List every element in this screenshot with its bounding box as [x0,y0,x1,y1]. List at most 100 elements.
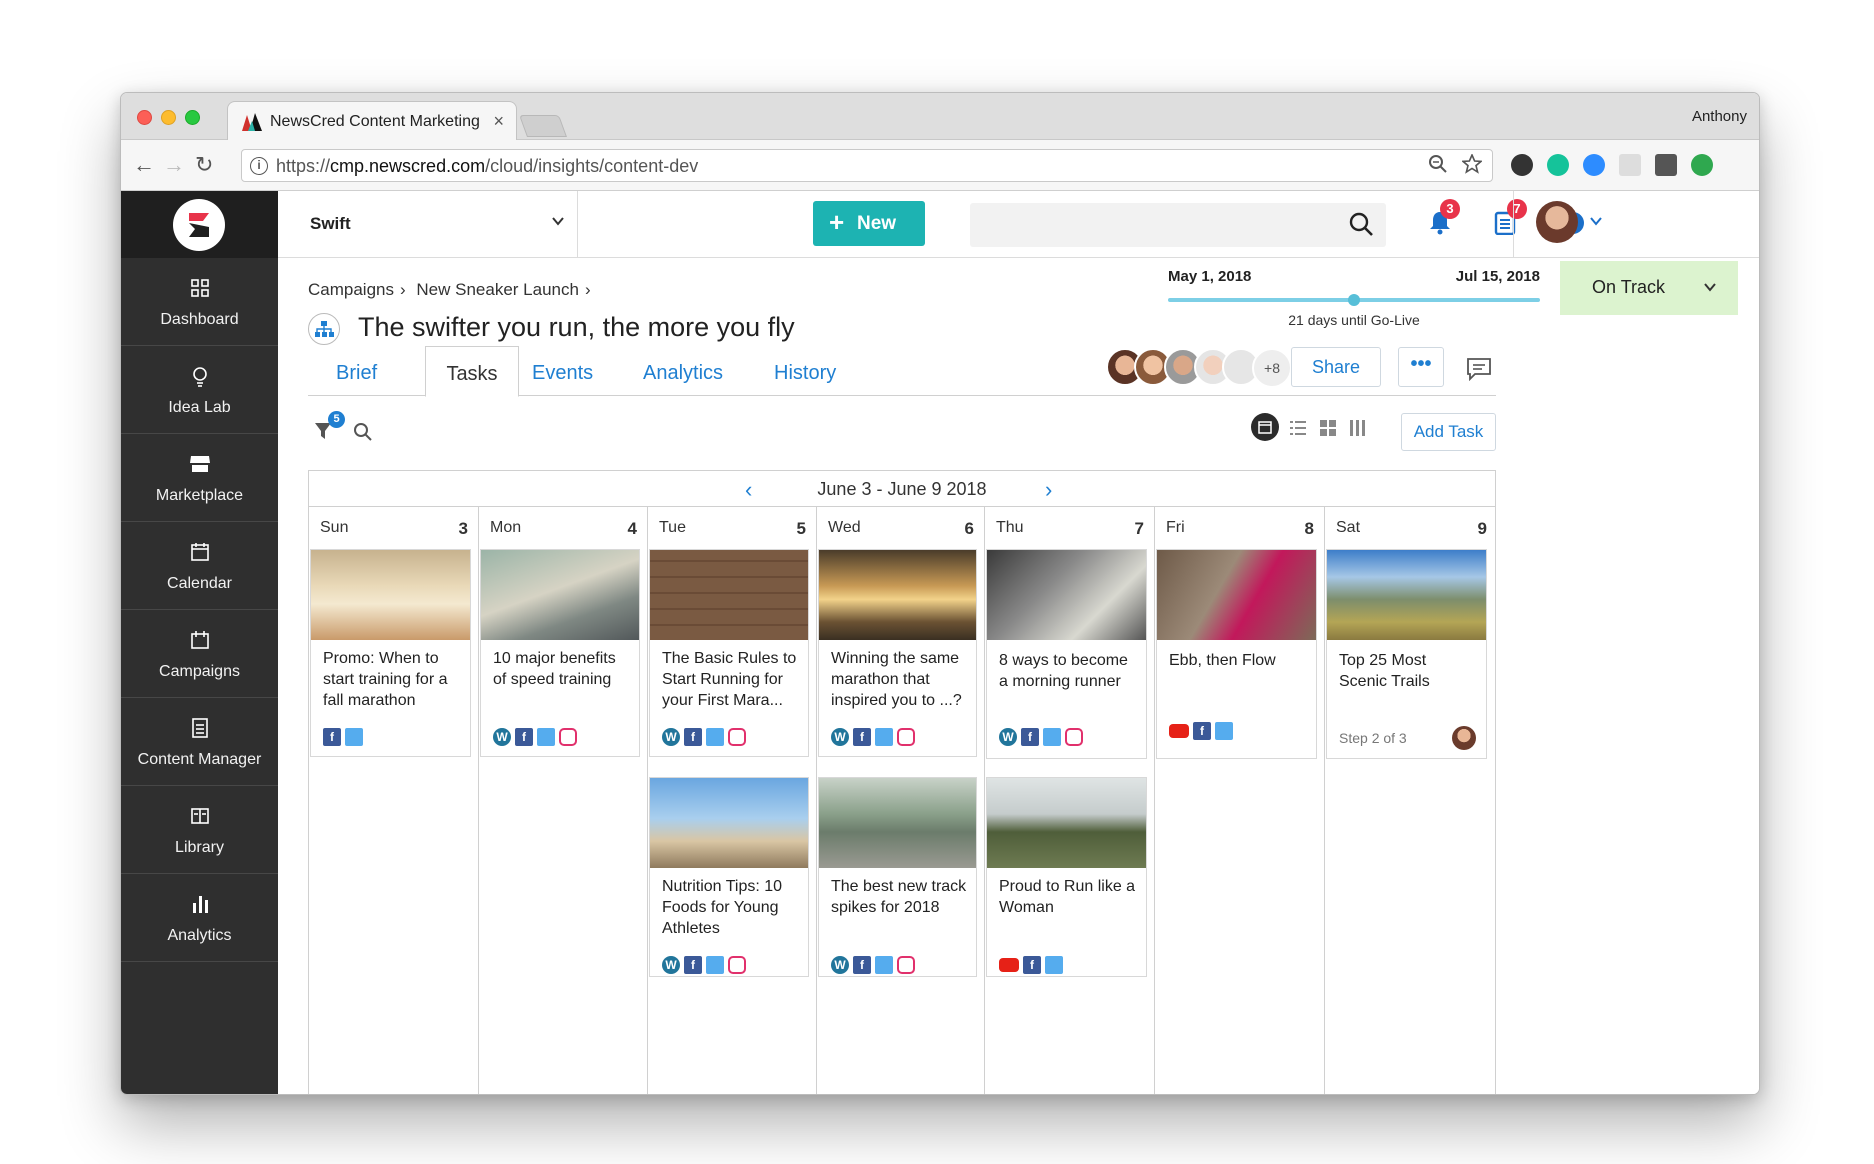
close-window-button[interactable] [137,110,152,125]
task-card[interactable]: 10 major benefits of speed training W f [480,549,640,757]
day-column-mon: Mon 4 10 major benefits of speed trainin… [479,507,648,1094]
add-task-button[interactable]: Add Task [1401,413,1496,451]
chevron-down-icon[interactable] [1588,213,1604,229]
zoom-extension-icon[interactable] [1583,154,1605,176]
calendar-view-button[interactable] [1251,413,1279,441]
day-column-fri: Fri 8 Ebb, then Flow f [1155,507,1325,1094]
card-title: 10 major benefits of speed training [493,650,616,688]
board-view-icon[interactable] [1349,419,1367,437]
day-number: 6 [964,519,974,538]
task-card[interactable]: Nutrition Tips: 10 Foods for Young Athle… [649,777,809,977]
sidebar-item-analytics[interactable]: Analytics [121,874,278,962]
minimize-window-button[interactable] [161,110,176,125]
tab-brief[interactable]: Brief [336,362,377,385]
sidebar-item-campaigns[interactable]: Campaigns [121,610,278,698]
extension-icons [1511,154,1713,176]
timeline-end: Jul 15, 2018 [1455,268,1540,285]
sidebar-item-library[interactable]: Library [121,786,278,874]
campaign-timeline: May 1, 2018 Jul 15, 2018 21 days until G… [1168,268,1540,328]
filter-count-badge: 5 [328,411,345,428]
filter-button[interactable]: 5 [314,411,345,446]
lightbulb-icon [192,367,207,387]
task-card[interactable]: Top 25 Most Scenic Trails Step 2 of 3 [1326,549,1487,759]
forward-icon[interactable]: → [163,152,185,178]
grammarly-icon[interactable] [1547,154,1569,176]
task-toolbar: 5 Add Task [308,411,1496,453]
share-button[interactable]: Share [1291,347,1381,387]
calendar-extension-icon[interactable] [1619,154,1641,176]
hierarchy-icon[interactable] [308,313,340,345]
new-tab-button[interactable] [518,115,568,137]
zoom-icon[interactable] [1428,154,1448,174]
day-name: Sun [320,519,349,536]
task-card[interactable]: Proud to Run like a Woman f [986,777,1147,977]
browser-tab[interactable]: NewsCred Content Marketing × [227,101,517,141]
chevron-down-icon [552,217,564,226]
breadcrumb-item[interactable]: Campaigns [308,280,394,299]
extension-icon[interactable] [1655,154,1677,176]
task-card[interactable]: Winning the same marathon that inspired … [818,549,977,757]
new-button-label: New [857,213,897,234]
upload-extension-icon[interactable] [1691,154,1713,176]
back-icon[interactable]: ← [133,152,155,178]
sidebar-item-marketplace[interactable]: Marketplace [121,434,278,522]
url-text[interactable]: https://cmp.newscred.com/cloud/insights/… [276,156,698,177]
task-card[interactable]: The best new track spikes for 2018 W f [818,777,977,977]
more-options-button[interactable]: ••• [1398,347,1444,387]
facebook-icon: f [853,956,871,974]
status-dropdown[interactable]: On Track [1560,261,1738,315]
timeline-start: May 1, 2018 [1168,268,1252,285]
app-logo[interactable] [173,199,225,251]
maximize-window-button[interactable] [185,110,200,125]
channel-icons: W f [831,956,915,974]
search-input[interactable] [970,203,1386,247]
task-card[interactable]: Promo: When to start training for a fall… [310,549,471,757]
next-week-icon[interactable]: › [1045,477,1052,503]
day-name: Fri [1166,519,1185,536]
address-bar[interactable]: i https://cmp.newscred.com/cloud/insight… [241,149,1493,182]
day-name: Tue [659,519,686,536]
sidebar-item-calendar[interactable]: Calendar [121,522,278,610]
breadcrumb-item[interactable]: New Sneaker Launch [416,280,579,299]
chevron-right-icon: › [400,280,406,299]
list-view-icon[interactable] [1289,419,1307,437]
status-label: On Track [1592,277,1666,297]
tab-events[interactable]: Events [532,362,593,385]
day-number: 3 [458,519,468,538]
more-collaborators-badge[interactable]: +8 [1252,348,1292,388]
card-image [987,778,1146,868]
search-icon[interactable] [353,422,373,442]
search-icon[interactable] [1348,211,1374,237]
twitter-icon [345,728,363,746]
browser-user-name[interactable]: Anthony [1692,108,1747,125]
user-avatar[interactable] [1536,201,1578,243]
tab-analytics[interactable]: Analytics [643,362,723,385]
task-card[interactable]: 8 ways to become a morning runner W f [986,549,1147,759]
tab-history[interactable]: History [774,362,836,385]
site-info-icon[interactable]: i [250,157,268,175]
sidebar-item-content-manager[interactable]: Content Manager [121,698,278,786]
card-image [650,550,808,640]
sidebar-item-dashboard[interactable]: Dashboard [121,258,278,346]
sidebar-item-idea-lab[interactable]: Idea Lab [121,346,278,434]
extension-icon[interactable] [1511,154,1533,176]
channel-icons: f [1169,722,1233,740]
logo-area [121,191,278,258]
plus-icon: + [829,207,845,237]
bookmark-star-icon[interactable] [1462,154,1482,174]
tab-close-icon[interactable]: × [493,111,504,132]
instagram-icon [1065,728,1083,746]
browser-window: NewsCred Content Marketing × Anthony ← →… [120,92,1760,1095]
facebook-icon: f [1193,722,1211,740]
new-button[interactable]: + New [813,201,925,246]
comments-icon[interactable] [1466,357,1492,381]
workspace-selector[interactable]: Swift [278,191,578,258]
grid-view-icon[interactable] [1319,419,1337,437]
notifications-button[interactable]: 3 [1428,199,1460,240]
task-card[interactable]: Ebb, then Flow f [1156,549,1317,759]
reload-icon[interactable]: ↻ [195,152,213,178]
calendar-icon [190,543,209,561]
task-card[interactable]: The Basic Rules to Start Running for you… [649,549,809,757]
tab-tasks[interactable]: Tasks [425,346,519,397]
assignee-avatar[interactable] [1452,726,1476,750]
